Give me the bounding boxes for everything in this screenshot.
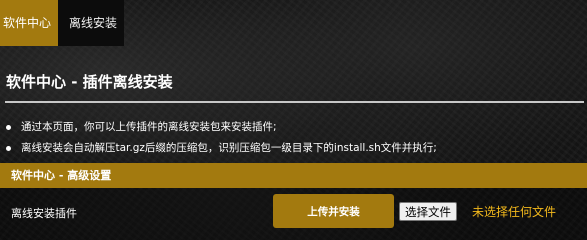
tab-software-center[interactable]: 软件中心 [0, 0, 58, 46]
bullet-icon [6, 125, 11, 130]
offline-install-row: 离线安装插件 上传并安装 选择文件 未选择任何文件 [0, 188, 587, 240]
bullet-icon [6, 146, 11, 151]
offline-install-label: 离线安装插件 [11, 207, 77, 220]
section-header-advanced-settings: 软件中心 - 高级设置 [0, 163, 587, 188]
list-item: 离线安装会自动解压tar.gz后缀的压缩包，识别压缩包一级目录下的install… [0, 138, 437, 159]
page-title: 软件中心 - 插件离线安装 [6, 73, 173, 91]
list-item: 通过本页面，你可以上传插件的离线安装包来安装插件; [0, 117, 437, 138]
note-text: 通过本页面，你可以上传插件的离线安装包来安装插件; [21, 121, 277, 133]
notes-list: 通过本页面，你可以上传插件的离线安装包来安装插件; 离线安装会自动解压tar.g… [0, 117, 437, 159]
file-status-text: 未选择任何文件 [472, 205, 557, 219]
note-text: 离线安装会自动解压tar.gz后缀的压缩包，识别压缩包一级目录下的install… [21, 142, 437, 154]
title-divider [5, 101, 584, 103]
tab-bar: 软件中心 离线安装 [0, 0, 124, 46]
choose-file-button[interactable]: 选择文件 [399, 202, 457, 221]
tab-offline-install[interactable]: 离线安装 [58, 0, 124, 46]
upload-and-install-button[interactable]: 上传并安装 [273, 194, 394, 228]
